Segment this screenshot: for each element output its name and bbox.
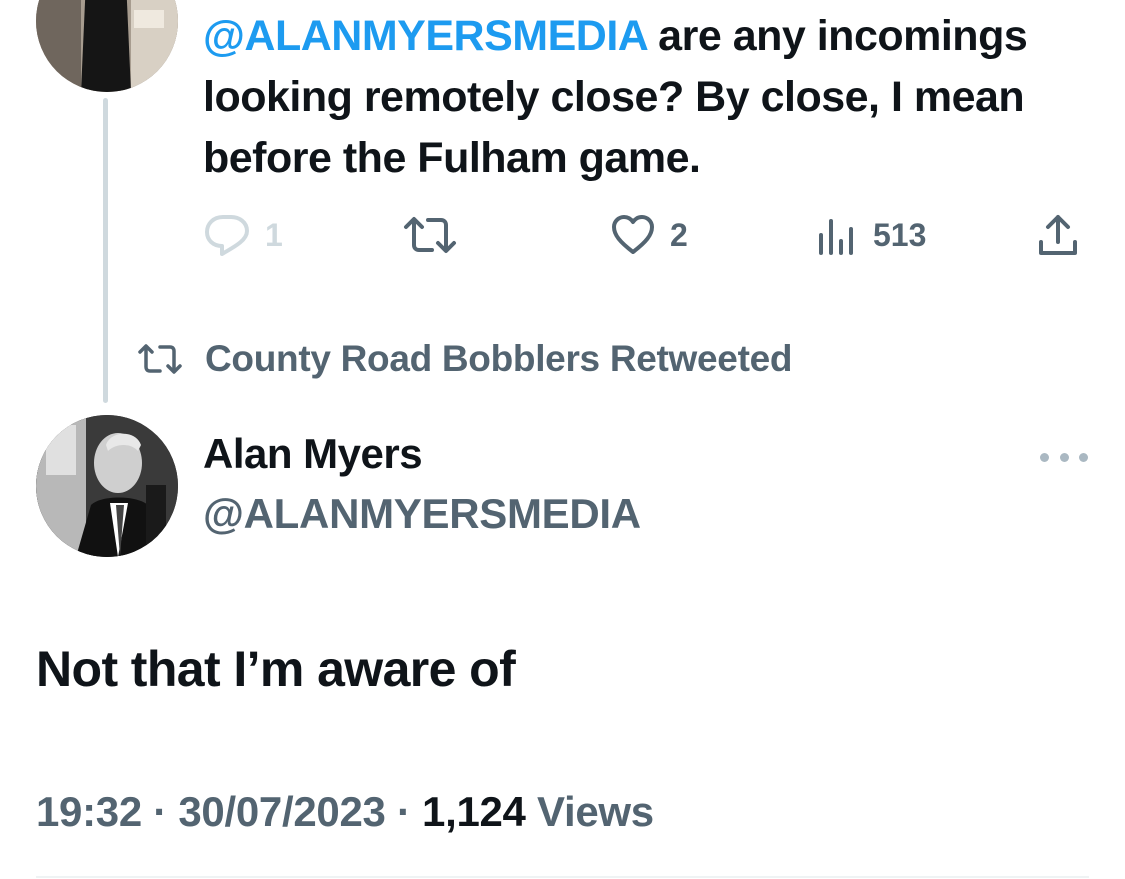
- like-icon: [612, 215, 654, 254]
- like-button[interactable]: 2: [610, 205, 688, 265]
- mention-link[interactable]: @ALANMYERSMEDIA: [203, 12, 647, 60]
- reply-count: 1: [265, 216, 283, 253]
- main-tweet-text: Not that I’m aware of: [36, 641, 516, 697]
- author-display-name[interactable]: Alan Myers: [203, 430, 423, 478]
- tweet-views-label: Views: [537, 788, 654, 835]
- avatar-photo: [36, 0, 178, 92]
- tweet-views-count: 1,124: [422, 788, 526, 835]
- reply-tweet-text: @ALANMYERSMEDIA are any incomings lookin…: [203, 6, 1103, 189]
- divider: [36, 876, 1089, 878]
- author-avatar[interactable]: [36, 415, 178, 557]
- views-button[interactable]: 513: [815, 205, 926, 265]
- reply-author-avatar[interactable]: [36, 0, 178, 92]
- tweet-metadata: 19:32 · 30/07/2023 · 1,124 Views: [36, 788, 654, 836]
- views-count: 513: [873, 216, 927, 253]
- tweet-date[interactable]: 30/07/2023: [178, 788, 386, 835]
- share-button[interactable]: [1035, 205, 1081, 265]
- retweeted-by-label: County Road Bobblers Retweeted: [205, 338, 793, 379]
- more-icon: [1040, 452, 1049, 462]
- avatar-photo: [36, 415, 178, 557]
- more-icon-dot: [1079, 452, 1088, 462]
- more-icon-dot: [1059, 452, 1069, 462]
- reply-icon: [205, 215, 249, 256]
- meta-separator: ·: [153, 788, 167, 835]
- views-icon: [819, 219, 853, 255]
- retweet-icon: [404, 217, 456, 253]
- reply-button[interactable]: 1: [203, 205, 283, 265]
- like-count: 2: [670, 216, 688, 253]
- reply-tweet-actions: 1 2 513: [0, 205, 1125, 265]
- tweet-time[interactable]: 19:32: [36, 788, 142, 835]
- meta-separator: ·: [396, 788, 411, 835]
- retweet-icon: [138, 344, 182, 374]
- retweet-button[interactable]: [402, 205, 458, 265]
- more-options-button[interactable]: [1040, 440, 1088, 474]
- retweeted-by-banner[interactable]: County Road Bobblers Retweeted: [137, 338, 792, 380]
- share-icon: [1039, 215, 1077, 255]
- author-handle[interactable]: @ALANMYERSMEDIA: [203, 490, 641, 538]
